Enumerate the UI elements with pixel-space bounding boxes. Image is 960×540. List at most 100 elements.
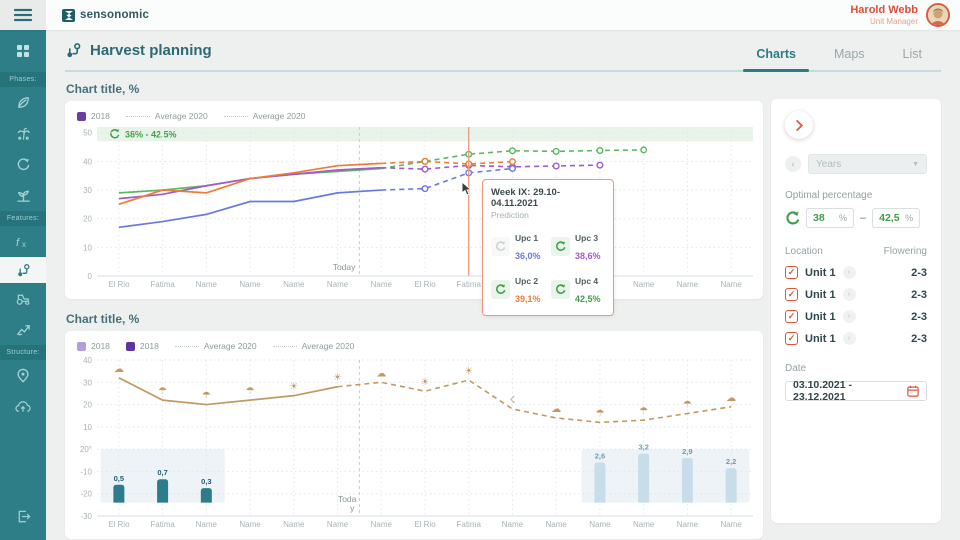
data-point [422, 166, 428, 172]
cloud-weather-icon: ☁ [726, 393, 736, 404]
bar [682, 458, 693, 503]
app-logo: sensonomic [62, 9, 149, 22]
x-axis-label: Fatima [457, 520, 482, 529]
svg-text:20: 20 [83, 401, 92, 410]
tab-list[interactable]: List [884, 47, 941, 70]
sidebar-item-sprout[interactable] [0, 180, 46, 211]
sidebar-item-locations[interactable] [0, 360, 46, 391]
collapse-panel-button[interactable] [785, 111, 813, 139]
x-axis-label: El Rio [414, 520, 436, 529]
legend-item: Average 2020 [175, 341, 257, 351]
bar [726, 468, 737, 503]
percent-unit: % [905, 213, 913, 223]
data-point [510, 166, 516, 172]
hamburger-icon [14, 8, 32, 22]
chart-legend-2: 20182018Average 2020Average 2020 [77, 339, 757, 353]
today-label: Today [333, 262, 356, 272]
main-content: Harvest planning Charts Maps List Chart … [46, 30, 960, 540]
tooltip-subtitle: Prediction [491, 210, 605, 220]
sidebar-section-phases: Phases: [0, 72, 46, 87]
tab-charts[interactable]: Charts [737, 47, 815, 70]
harvest-planning-title-icon [65, 42, 82, 59]
flowering-value: 2-3 [911, 289, 927, 301]
data-point [641, 147, 647, 153]
dashboard-icon [15, 43, 31, 59]
optimal-max-field[interactable]: % [872, 208, 920, 228]
x-axis-label: Fatima [150, 280, 175, 289]
sidebar-item-dashboard[interactable] [0, 30, 46, 72]
filter-panel: ‹ Years ▼ Optimal percentage % – % [771, 99, 941, 523]
unit-checkbox[interactable]: ✓ [785, 310, 798, 323]
sidebar-section-features: Features: [0, 211, 46, 226]
sidebar-item-palm[interactable] [0, 118, 46, 149]
data-point [510, 159, 516, 165]
sidebar-item-harvest-planning[interactable] [0, 257, 46, 283]
hamburger-menu-button[interactable] [0, 0, 46, 30]
location-row: ✓ Unit 1 › 2-3 [785, 266, 927, 279]
growth-cycle-icon [785, 211, 800, 226]
sidebar-item-logout[interactable] [0, 501, 46, 532]
data-point [422, 186, 428, 192]
sidebar-item-cloud-upload[interactable] [0, 391, 46, 422]
optimal-min-field[interactable]: % [806, 208, 854, 228]
expand-unit-button[interactable]: › [843, 266, 856, 279]
svg-text:f: f [16, 237, 20, 249]
tooltip-upc-value: 39,1% [515, 294, 541, 304]
svg-text:10: 10 [83, 423, 92, 432]
data-point [553, 149, 559, 155]
x-axis-label: Name [677, 280, 699, 289]
legend-item: 2018 [77, 111, 110, 121]
tractor-icon [15, 291, 31, 306]
optimal-min-input[interactable] [813, 212, 839, 224]
location-pin-icon [16, 368, 30, 383]
user-menu[interactable]: Harold Webb Unit Manager [850, 3, 960, 27]
expand-unit-button[interactable]: › [843, 310, 856, 323]
sidebar-item-functions[interactable]: fx [0, 226, 46, 257]
cloud-weather-icon: ☁ [376, 368, 386, 379]
x-axis-label: Name [327, 280, 349, 289]
date-range-value: 03.10.2021 - 23.12.2021 [793, 379, 907, 403]
sun-weather-icon: ☀ [421, 377, 430, 388]
svg-text:-30: -30 [80, 512, 92, 521]
legend-dash-swatch [126, 116, 150, 117]
sidebar-item-cycle[interactable] [0, 149, 46, 180]
avatar[interactable] [926, 3, 950, 27]
tab-maps[interactable]: Maps [815, 47, 884, 70]
rain-weather-icon: ☂ [639, 406, 648, 417]
chart-title-2: Chart title, % [66, 312, 763, 326]
optimal-max-input[interactable] [879, 212, 905, 224]
unit-checkbox[interactable]: ✓ [785, 266, 798, 279]
bar-value-label: 0,7 [157, 468, 167, 477]
tooltip-upc-name: Upc 4 [575, 276, 598, 286]
tooltip-item-upc2: Upc 239,1% [491, 271, 545, 307]
chevron-left-button[interactable]: ‹ [785, 156, 801, 172]
chart-legend-1: 2018Average 2020Average 2020 [77, 109, 757, 123]
unit-checkbox[interactable]: ✓ [785, 288, 798, 301]
chart-card-1: 2018Average 2020Average 2020 38% - 42.5%… [65, 101, 763, 299]
x-axis-label: Name [327, 520, 349, 529]
unit-checkbox[interactable]: ✓ [785, 332, 798, 345]
sidebar-item-tractor[interactable] [0, 283, 46, 314]
growth-cycle-icon [551, 237, 570, 256]
tooltip-upc-name: Upc 3 [575, 233, 598, 243]
sidebar-section-structure: Structure: [0, 345, 46, 360]
series-weather-trend-dashed [338, 380, 732, 422]
date-range-field[interactable]: 03.10.2021 - 23.12.2021 [785, 381, 927, 401]
svg-text:20°: 20° [80, 445, 92, 454]
legend-dash-swatch [224, 116, 248, 117]
x-axis-label: Name [546, 520, 568, 529]
x-axis-label: Name [589, 520, 611, 529]
unit-name: Unit 1 [805, 333, 836, 345]
bar [638, 454, 649, 503]
x-axis-label: Name [371, 520, 393, 529]
legend-item: Average 2020 [273, 341, 355, 351]
years-select[interactable]: Years ▼ [808, 154, 927, 174]
expand-unit-button[interactable]: › [843, 332, 856, 345]
sidebar-item-leaf[interactable] [0, 87, 46, 118]
x-axis-label: El Rio [414, 280, 436, 289]
data-point [553, 163, 559, 169]
legend-square-swatch [77, 112, 86, 121]
expand-unit-button[interactable]: › [843, 288, 856, 301]
sidebar-item-analytics[interactable] [0, 314, 46, 345]
years-select-value: Years [816, 159, 841, 170]
